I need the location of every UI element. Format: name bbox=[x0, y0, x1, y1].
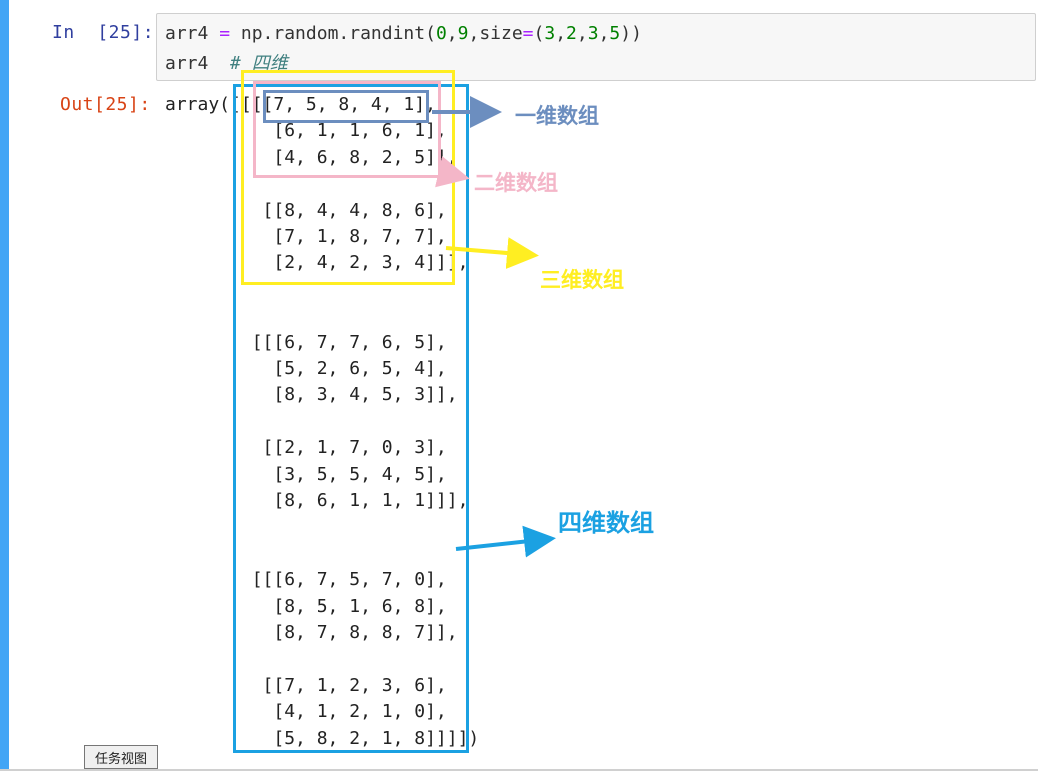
four-d-label: 四维数组 bbox=[558, 509, 654, 537]
four-d-arrow bbox=[455, 525, 556, 558]
three-d-label: 三维数组 bbox=[540, 268, 624, 292]
two-d-label: 二维数组 bbox=[474, 171, 558, 195]
input-prompt: In [25]: bbox=[52, 22, 155, 43]
one-d-label: 一维数组 bbox=[515, 104, 599, 128]
output-prompt: Out[25]: bbox=[60, 94, 151, 115]
cell-selection-bar bbox=[0, 0, 9, 771]
task-view-tooltip: 任务视图 bbox=[84, 745, 158, 769]
code-line-1: arr4 = np.random.randint(0,9,size=(3,2,3… bbox=[165, 23, 642, 44]
one-d-highlight-box bbox=[263, 90, 429, 123]
